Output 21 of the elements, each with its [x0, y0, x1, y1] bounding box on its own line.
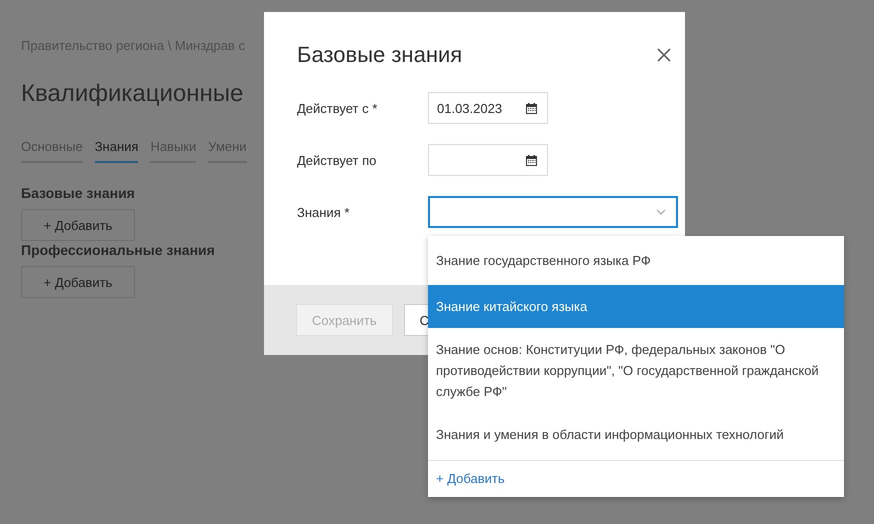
- dropdown-option[interactable]: Знание государственного языка РФ: [428, 236, 844, 285]
- page-title: Квалификационные: [21, 80, 244, 108]
- dropdown-option[interactable]: Знание китайского языка: [428, 285, 844, 328]
- calendar-icon: [526, 154, 537, 166]
- section-title: Базовые знания: [21, 185, 135, 201]
- select-field[interactable]: [428, 196, 678, 228]
- date-field[interactable]: [428, 144, 548, 176]
- tab[interactable]: Знания: [94, 139, 138, 163]
- add-button[interactable]: + Добавить: [21, 209, 135, 241]
- calendar-icon: [526, 102, 537, 114]
- dialog-title: Базовые знания: [297, 42, 462, 68]
- field-label: Знания *: [297, 204, 350, 220]
- close-icon[interactable]: [657, 48, 671, 62]
- add-button[interactable]: + Добавить: [21, 266, 135, 298]
- chevron-down-icon: [656, 209, 666, 215]
- field-label: Действует по: [297, 152, 378, 168]
- section-title: Профессиональные знания: [21, 242, 215, 258]
- date-field[interactable]: 01.03.2023: [428, 92, 548, 124]
- field-label: Действует с *: [297, 100, 378, 116]
- dropdown-option[interactable]: Знания и умения в области информационных технологий: [428, 413, 844, 456]
- add-link[interactable]: + Добавить: [428, 461, 844, 497]
